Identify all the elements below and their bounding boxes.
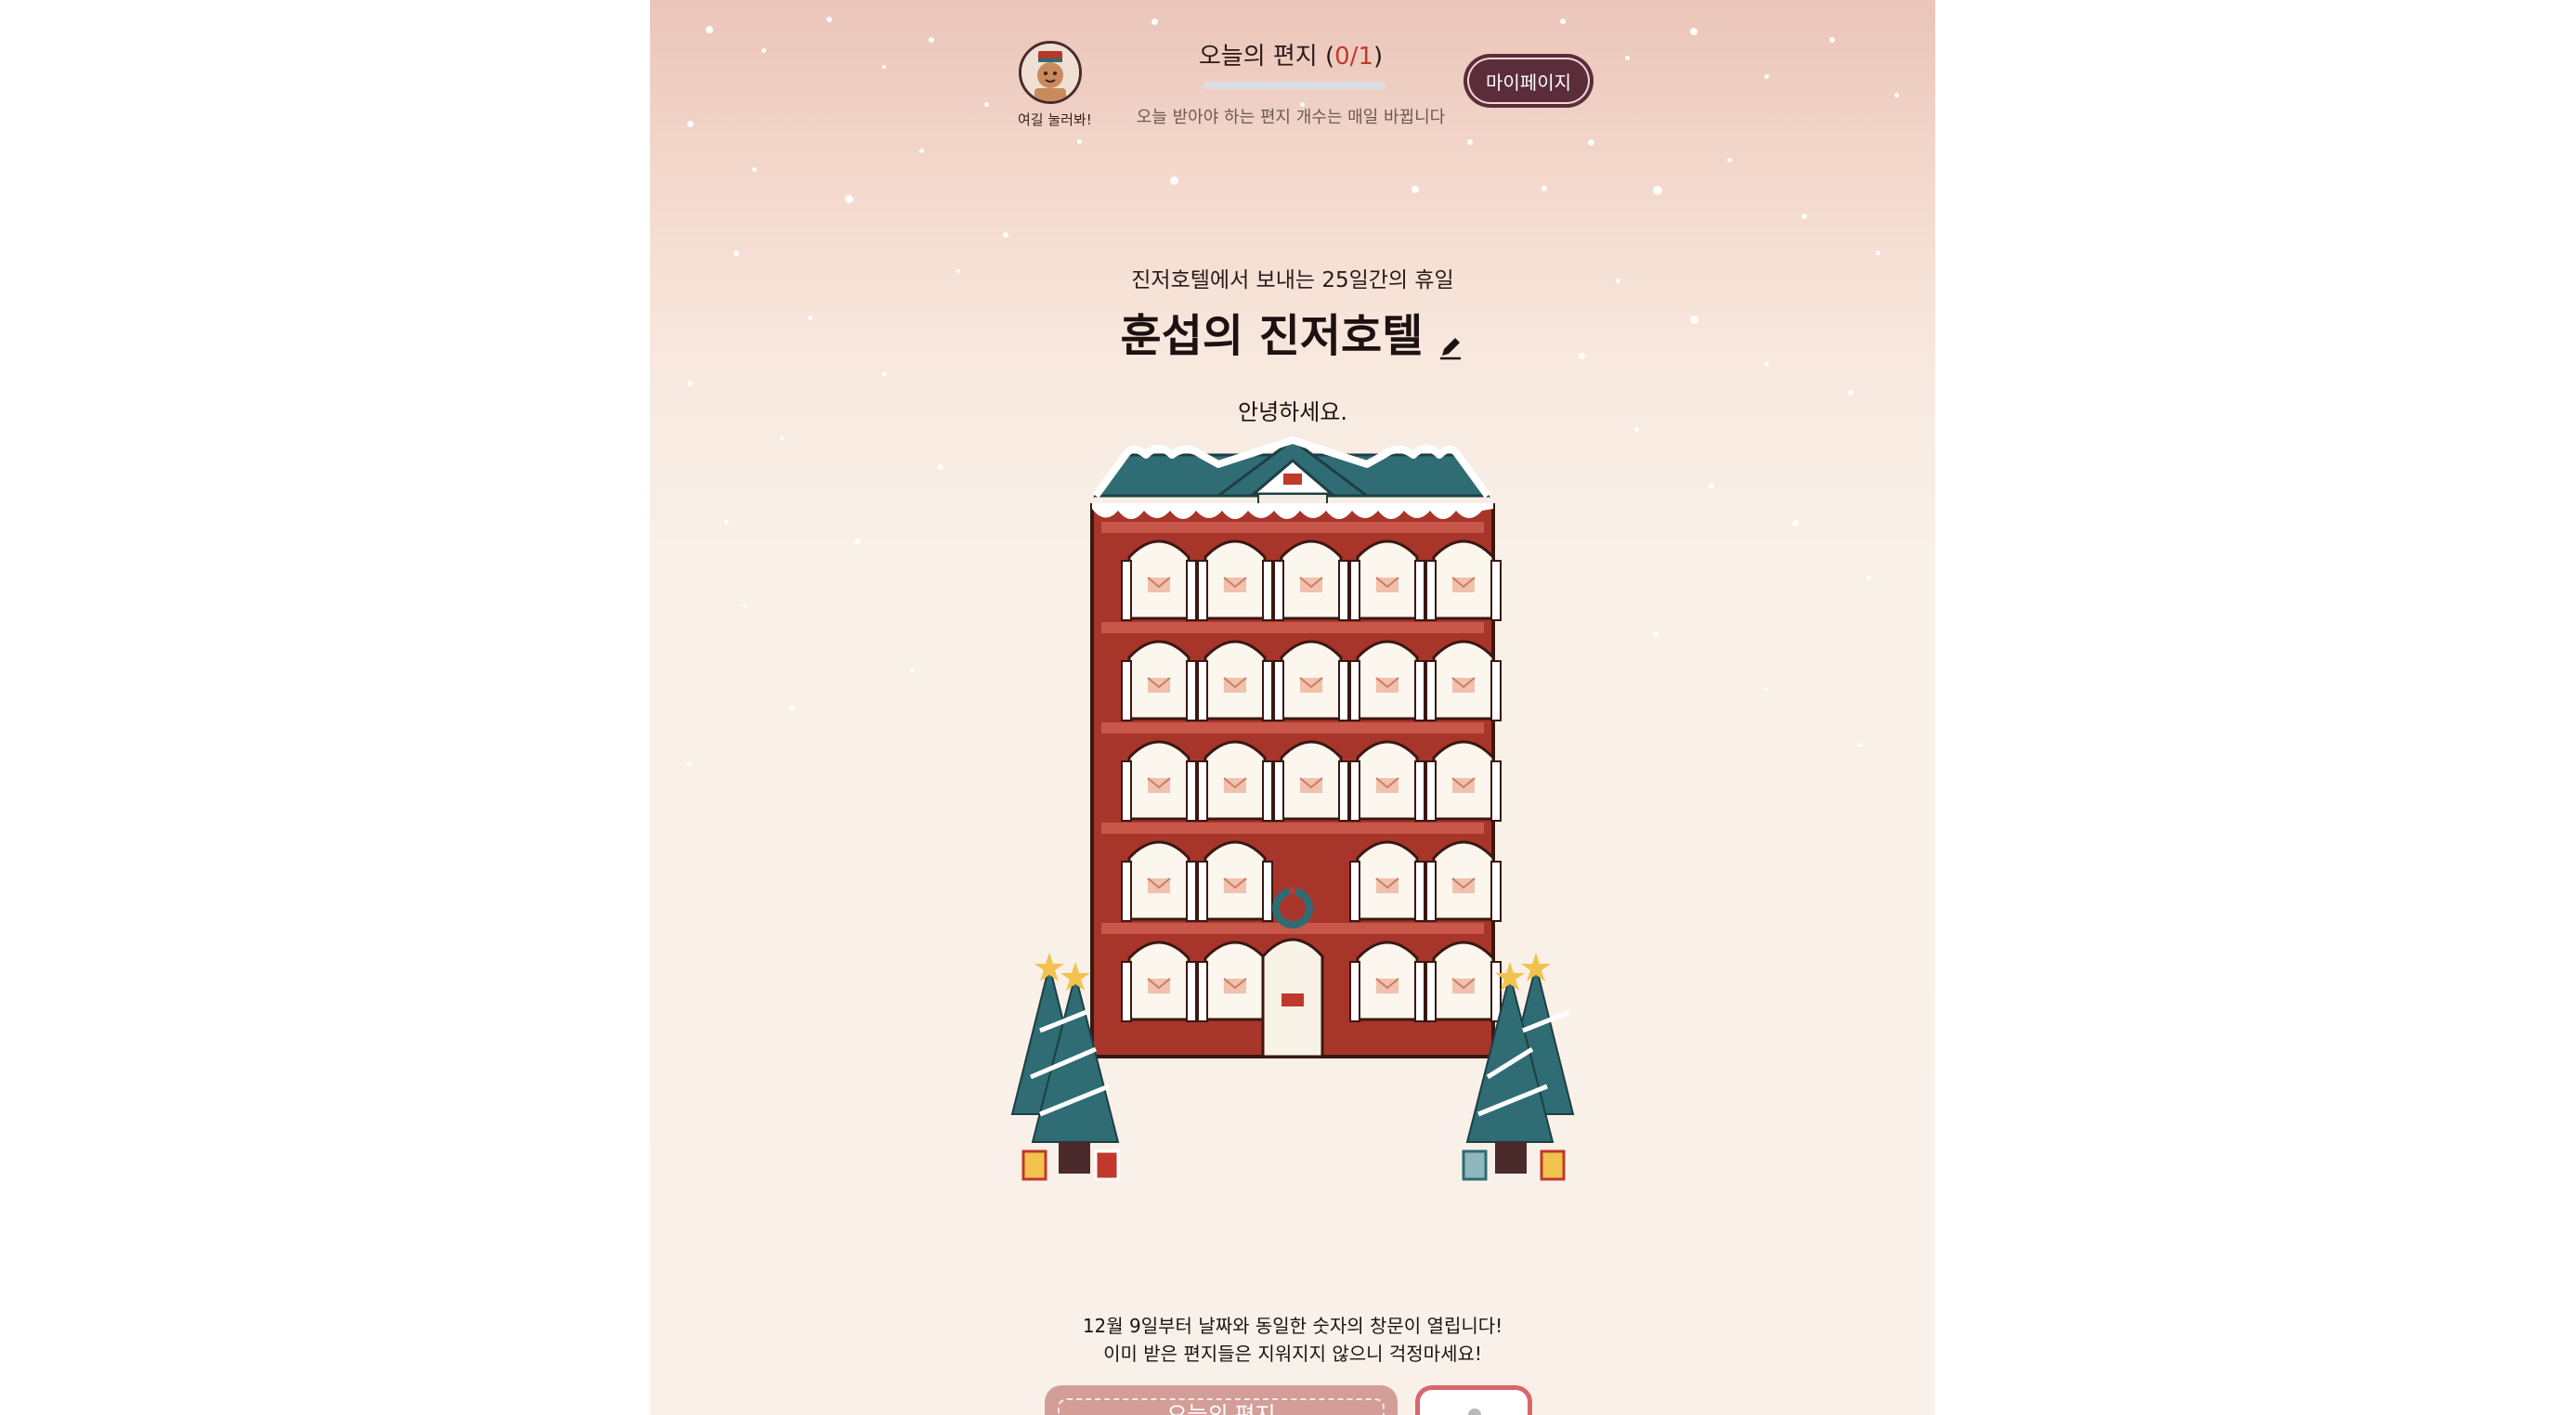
snowflake [1727,158,1732,162]
advent-window[interactable] [1197,640,1273,721]
advent-window[interactable] [1349,740,1425,822]
window-opening-notice: 12월 9일부터 날짜와 동일한 숫자의 창문이 열립니다! 이미 받은 편지들… [968,1312,1618,1368]
snowflake [1170,176,1178,185]
letter-progress-bar [1203,82,1386,89]
advent-window[interactable] [1425,640,1502,721]
snowflake [882,371,887,376]
letter-title-prefix: 오늘의 편지 ( [1198,43,1335,71]
snowflake [1467,139,1473,145]
snowflake [706,26,713,33]
snowflake [1894,93,1899,97]
snowflake [1848,390,1854,396]
snowflake [1653,186,1662,195]
snowflake [1690,316,1698,324]
snowflake [919,149,924,153]
floor-band [1101,823,1484,834]
advent-window[interactable] [1273,539,1349,621]
snowflake [845,195,853,203]
advent-window[interactable] [1349,539,1425,621]
floor-band [1101,522,1484,533]
floor-band [1101,622,1484,633]
advent-window[interactable] [1121,941,1197,1022]
gingerbread-avatar-icon [1019,41,1082,104]
advent-window[interactable] [1121,539,1197,621]
snowflake [882,65,886,69]
snowflake [1829,37,1835,43]
snowflake [752,167,757,172]
letter-count: 0/1 [1334,43,1373,71]
snowflake [734,251,739,256]
advent-window[interactable] [1197,539,1273,621]
profile-avatar-button[interactable]: 여길 눌러봐! [1018,41,1092,134]
avatar-caption: 여길 눌러봐! [1018,111,1092,128]
advent-window[interactable] [1121,840,1197,922]
gingerbread-hotel-illustration [1010,436,1575,1181]
hotel-title-row: 훈섭의 진저호텔 [1014,299,1571,364]
snowflake [687,381,693,386]
advent-window[interactable] [1273,740,1349,822]
app-screen: 여길 눌러봐! 오늘의 편지 (0/1) 오늘 받아야 하는 편지 개수는 매일… [650,0,1935,1415]
snowflake [929,37,934,43]
snowflake [1579,353,1585,359]
today-letter-label: 오늘의 편지 [1058,1398,1385,1415]
snowflake [1634,427,1639,432]
notice-line-1: 12월 9일부터 날짜와 동일한 숫자의 창문이 열립니다! [1082,1315,1503,1337]
hotel-subtitle: 진저호텔에서 보내는 25일간의 휴일 [1131,268,1454,292]
snowflake [826,17,832,22]
advent-window[interactable] [1425,539,1502,621]
mypage-button[interactable]: 마이페이지 [1464,54,1594,108]
letter-title-suffix: ) [1373,43,1384,71]
snowflake [1151,19,1158,25]
today-letter-button[interactable]: 오늘의 편지 [1045,1385,1398,1415]
letter-subtitle: 오늘 받아야 하는 편지 개수는 매일 바뀝니다 [1136,108,1446,127]
floor-band [1101,722,1484,733]
advent-window[interactable] [1349,840,1425,922]
snowflake [1003,232,1008,238]
snowflake [1625,56,1630,60]
hotel-greeting: 안녕하세요. [1237,399,1348,425]
advent-window[interactable] [1197,840,1273,922]
advent-window[interactable] [1121,640,1197,721]
snowflake [1764,74,1769,79]
hotel-building [1090,436,1502,1058]
snowflake [984,102,989,107]
snowflake [1412,186,1419,193]
snowflake [761,48,766,53]
snowflake [956,269,960,273]
snowflake [1764,362,1769,367]
advent-window[interactable] [1425,840,1502,922]
advent-window[interactable] [1349,640,1425,721]
snowflake [808,316,813,320]
snowflake [1802,214,1807,219]
hotel-title: 훈섭의 진저호텔 [1120,310,1424,362]
snowflake [1542,186,1547,191]
advent-window[interactable] [1197,941,1273,1022]
snowflake [1876,251,1880,255]
today-letter-title: 오늘의 편지 (0/1) [1151,37,1430,71]
pencil-icon[interactable] [1437,333,1464,361]
advent-window[interactable] [1425,740,1502,822]
advent-window[interactable] [1121,740,1197,822]
snowflake [1560,19,1566,24]
snowflake [1077,139,1082,144]
snowflake [1690,28,1698,35]
share-button[interactable] [1415,1385,1532,1415]
snowflake [1588,139,1594,146]
advent-window[interactable] [1349,941,1425,1022]
snowflake [687,121,694,127]
advent-window[interactable] [1425,941,1502,1022]
advent-window[interactable] [1273,640,1349,721]
share-icon [1468,1409,1481,1415]
advent-window[interactable] [1197,740,1273,822]
snowflake [1616,279,1620,283]
notice-line-2: 이미 받은 편지들은 지워지지 않으니 걱정마세요! [1103,1343,1482,1365]
